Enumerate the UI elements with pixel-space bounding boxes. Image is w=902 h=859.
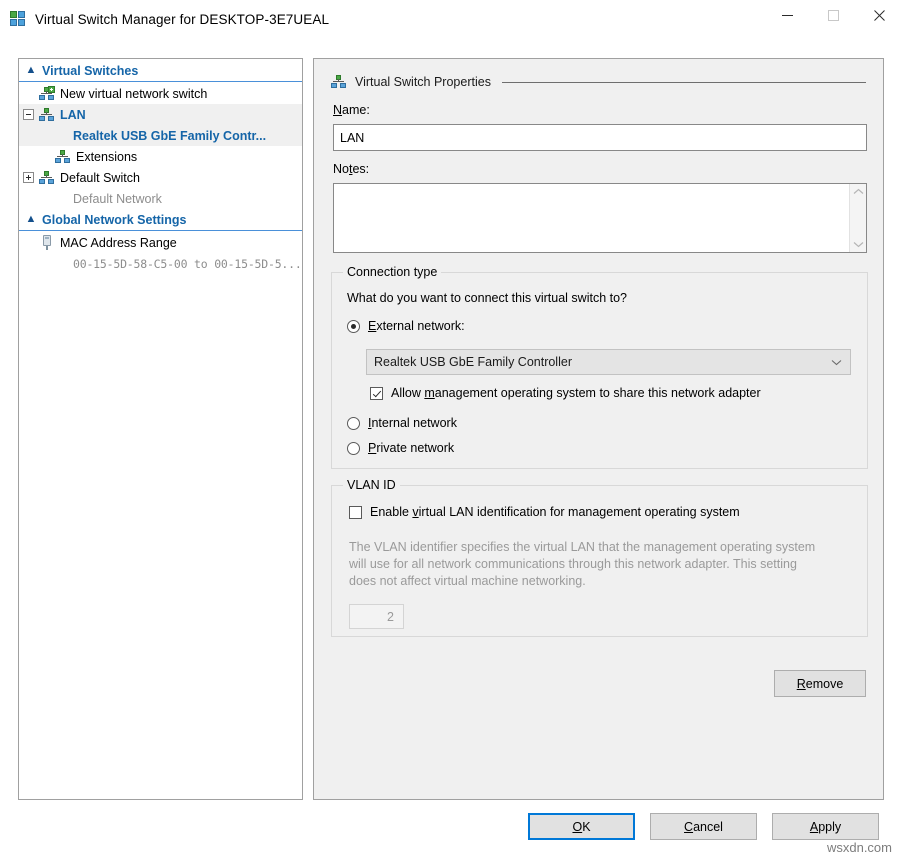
radio-internal-network[interactable]: Internal network <box>347 416 457 430</box>
tree-item-sublabel: Realtek USB GbE Family Contr... <box>73 128 267 143</box>
tree-item-label: New virtual network switch <box>60 86 208 101</box>
dialog-body: ▲ Virtual Switches New virtual network s… <box>0 38 902 859</box>
checkbox-icon[interactable] <box>370 386 383 400</box>
tree-item-mac-address-range-value[interactable]: 00-15-5D-58-C5-00 to 00-15-5D-5... <box>19 253 302 274</box>
name-input[interactable]: LAN <box>333 124 867 151</box>
tree-item-label: LAN <box>60 107 86 122</box>
expander-expand-icon[interactable] <box>23 172 34 183</box>
external-adapter-value: Realtek USB GbE Family Controller <box>374 355 572 369</box>
site-watermark: wsxdn.com <box>826 840 892 855</box>
virtual-switch-icon <box>331 75 347 89</box>
title-bar: Virtual Switch Manager for DESKTOP-3E7UE… <box>0 0 902 38</box>
remove-button[interactable]: Remove <box>774 670 866 697</box>
notes-label: Notes: <box>333 162 370 176</box>
tree-item-default-switch[interactable]: Default Switch <box>19 167 302 188</box>
scroll-down-icon <box>853 242 863 248</box>
chevron-down-icon <box>831 359 842 366</box>
tree-item-label: Extensions <box>76 149 138 164</box>
tree-item-label: MAC Address Range <box>60 235 177 250</box>
enable-vlan-label: Enable virtual LAN identification for ma… <box>370 505 740 519</box>
cancel-button-label: Cancel <box>684 819 723 834</box>
radio-external-network[interactable]: External network: <box>347 319 465 333</box>
tree-section-header-virtual-switches[interactable]: ▲ Virtual Switches <box>19 60 302 82</box>
virtual-switch-icon <box>39 170 55 185</box>
tree-item-mac-address-range[interactable]: MAC Address Range <box>19 232 302 253</box>
notes-textarea[interactable] <box>333 183 867 253</box>
maximize-button[interactable] <box>810 0 856 30</box>
vlan-description: The VLAN identifier specifies the virtua… <box>349 540 816 588</box>
tree-section-label: Global Network Settings <box>42 212 187 227</box>
radio-button-icon[interactable] <box>347 319 360 333</box>
checkbox-icon[interactable] <box>349 505 362 519</box>
tree-item-lan-adapter[interactable]: Realtek USB GbE Family Contr... <box>19 125 302 146</box>
radio-label: External network: <box>368 319 465 333</box>
vlan-id-legend: VLAN ID <box>343 478 400 492</box>
external-adapter-dropdown[interactable]: Realtek USB GbE Family Controller <box>366 349 851 375</box>
chevron-up-double-icon: ▲ <box>25 64 37 76</box>
window-title: Virtual Switch Manager for DESKTOP-3E7UE… <box>35 11 330 27</box>
tree-item-sublabel: 00-15-5D-58-C5-00 to 00-15-5D-5... <box>73 256 302 271</box>
expander-collapse-icon[interactable] <box>23 109 34 120</box>
radio-label: Private network <box>368 441 455 455</box>
vlan-id-group: VLAN ID Enable virtual LAN identificatio… <box>331 478 868 637</box>
allow-management-share-label: Allow management operating system to sha… <box>391 386 761 400</box>
ok-button-label: OK <box>572 819 591 834</box>
tree-item-lan[interactable]: LAN <box>19 104 302 125</box>
radio-private-network[interactable]: Private network <box>347 441 454 455</box>
connection-type-group: Connection type What do you want to conn… <box>331 265 868 469</box>
virtual-switch-tree[interactable]: ▲ Virtual Switches New virtual network s… <box>18 58 303 800</box>
allow-management-share-checkbox-row[interactable]: Allow management operating system to sha… <box>370 386 761 400</box>
mac-address-icon <box>40 235 54 250</box>
section-title-label: Virtual Switch Properties <box>355 75 491 89</box>
close-button[interactable] <box>856 0 902 30</box>
name-input-value: LAN <box>340 130 365 145</box>
window-controls <box>764 0 902 38</box>
notes-text[interactable] <box>334 184 849 252</box>
minimize-button[interactable] <box>764 0 810 30</box>
scroll-up-icon <box>853 188 863 194</box>
tree-item-new-virtual-network-switch[interactable]: New virtual network switch <box>19 83 302 104</box>
ok-button[interactable]: OK <box>528 813 635 840</box>
remove-button-label: Remove <box>796 676 844 691</box>
apply-button-label: Apply <box>809 819 842 834</box>
enable-vlan-checkbox-row[interactable]: Enable virtual LAN identification for ma… <box>349 505 740 519</box>
cancel-button[interactable]: Cancel <box>650 813 757 840</box>
tree-item-extensions[interactable]: Extensions <box>19 146 302 167</box>
vlan-id-input[interactable]: 2 <box>349 604 404 629</box>
tree-section-label: Virtual Switches <box>42 63 139 78</box>
notes-scrollbar[interactable] <box>849 184 866 252</box>
radio-button-icon[interactable] <box>347 416 360 430</box>
radio-button-icon[interactable] <box>347 441 360 455</box>
section-title-rule <box>501 81 866 83</box>
connection-type-legend: Connection type <box>343 265 442 279</box>
virtual-switch-properties-panel: Virtual Switch Properties Name: LAN Note… <box>313 58 884 800</box>
virtual-switch-icon <box>39 107 55 122</box>
apply-button[interactable]: Apply <box>772 813 879 840</box>
vlan-id-value: 2 <box>387 609 394 624</box>
tree-item-default-switch-network[interactable]: Default Network <box>19 188 302 209</box>
tree-item-label: Default Switch <box>60 170 140 185</box>
radio-label: Internal network <box>368 416 457 430</box>
connection-type-question: What do you want to connect this virtual… <box>347 291 627 305</box>
tree-item-sublabel: Default Network <box>73 191 162 206</box>
virtual-switch-icon <box>55 149 71 164</box>
tree-section-header-global-network-settings[interactable]: ▲ Global Network Settings <box>19 209 302 231</box>
chevron-up-double-icon: ▲ <box>25 213 37 225</box>
properties-section-title: Virtual Switch Properties <box>331 75 866 89</box>
virtual-switch-manager-icon <box>10 11 26 27</box>
name-label: Name: <box>333 103 370 117</box>
new-virtual-switch-icon <box>39 85 55 101</box>
